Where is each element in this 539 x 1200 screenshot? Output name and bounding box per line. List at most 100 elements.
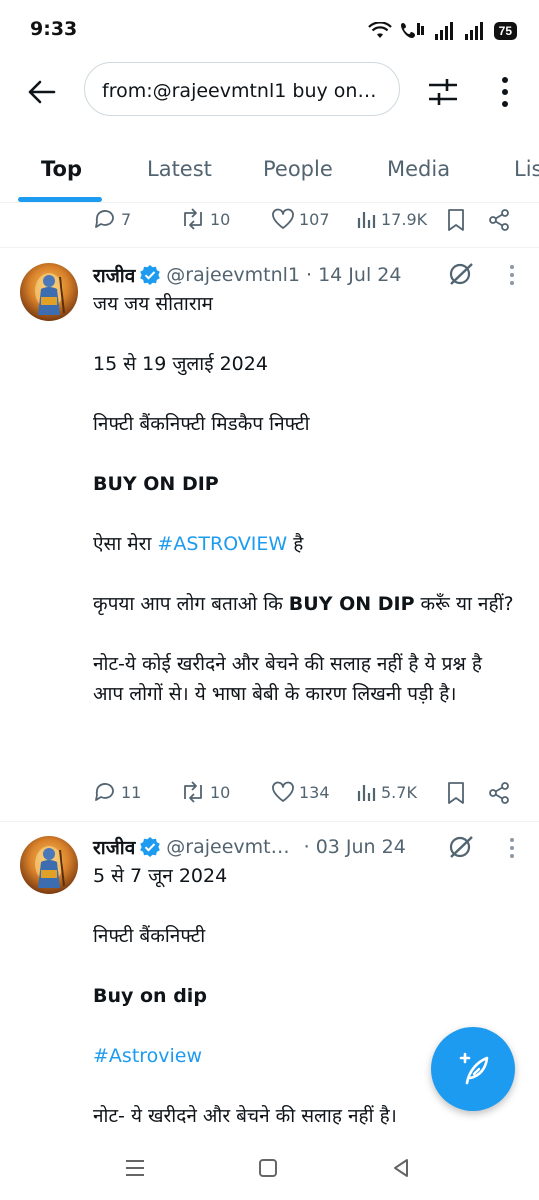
more-options-button[interactable]: [490, 72, 520, 112]
signal-1-icon: [434, 22, 453, 40]
more-vertical-icon: [502, 77, 508, 107]
avatar[interactable]: [20, 263, 78, 321]
like-button[interactable]: 134: [271, 781, 330, 803]
tabs-divider: [0, 202, 539, 203]
tweet-line: BUY ON DIP: [93, 469, 518, 499]
text-fragment: ऐसा मेरा: [93, 533, 158, 555]
repost-button[interactable]: 10: [180, 208, 230, 230]
views-icon: [357, 212, 376, 228]
tweet-line: कृपया आप लोग बताओ कि BUY ON DIP करूँ या …: [93, 589, 518, 619]
tweet-line: निफ्टी बैंकनिफ्टी मिडकैप निफ्टी: [93, 413, 310, 435]
repost-button[interactable]: 10: [180, 781, 230, 803]
sliders-icon: [429, 79, 457, 105]
back-button[interactable]: [22, 72, 62, 112]
tab-latest[interactable]: Latest: [147, 157, 212, 181]
tweet-line: निफ्टी बैंकनिफ्टी: [93, 925, 206, 947]
tab-media[interactable]: Media: [387, 157, 450, 181]
tweet-date: · 03 Jun 24: [303, 836, 406, 858]
bookmark-icon: [448, 209, 464, 231]
bookmark-button[interactable]: [446, 781, 466, 805]
arrow-left-icon: [28, 80, 56, 104]
hashtag-link[interactable]: #Astroview: [93, 1045, 202, 1067]
tweet-date: · 14 Jul 24: [306, 264, 402, 286]
views-count: 5.7K: [381, 782, 417, 802]
text-fragment: करूँ या नहीं?: [414, 593, 514, 615]
hashtag-link[interactable]: #ASTROVIEW: [157, 533, 287, 555]
heart-icon: [272, 208, 294, 229]
bold-text: Buy on dip: [93, 985, 207, 1007]
author-handle[interactable]: @rajeevmt…: [166, 836, 289, 858]
text-fragment: है: [287, 533, 304, 555]
tweet-line: ऐसा मेरा #ASTROVIEW है: [93, 529, 518, 559]
bookmark-icon: [448, 782, 464, 804]
volte-call-icon: [400, 23, 424, 38]
share-button[interactable]: [487, 781, 511, 805]
repost-count: 10: [210, 782, 231, 802]
status-time: 9:33: [30, 18, 78, 40]
share-icon: [489, 209, 509, 231]
repost-count: 10: [210, 209, 231, 229]
grok-icon: [449, 836, 473, 858]
tweet-text[interactable]: जय जय सीताराम 15 से 19 जुलाई 2024 निफ्टी…: [93, 289, 518, 709]
more-vertical-icon: [510, 265, 514, 285]
text-fragment: कृपया आप लोग बताओ कि: [93, 593, 289, 615]
verified-badge-icon: [140, 837, 161, 857]
tweet-line: Buy on dip: [93, 981, 518, 1011]
back-nav-icon[interactable]: [390, 1157, 412, 1179]
recent-apps-icon[interactable]: [123, 1157, 147, 1179]
status-icons: 75: [367, 20, 517, 42]
tab-top[interactable]: Top: [41, 157, 82, 181]
tweet-header: राजीव @rajeevmtnl1 · 14 Jul 24: [93, 261, 401, 289]
reply-button[interactable]: 11: [93, 781, 141, 803]
reply-button[interactable]: 7: [93, 208, 131, 230]
status-bar: 9:33 75: [0, 0, 539, 60]
verified-badge-icon: [140, 265, 161, 285]
author-name[interactable]: राजीव: [93, 262, 135, 288]
tab-lists[interactable]: Lists: [514, 157, 539, 181]
signal-2-icon: [464, 22, 483, 40]
avatar-image: [20, 836, 78, 894]
tweet-line: नोट-ये कोई खरीदने और बेचने की सलाह नहीं …: [93, 653, 482, 705]
reply-icon: [95, 783, 114, 801]
heart-icon: [272, 781, 294, 802]
share-icon: [489, 782, 509, 804]
search-query[interactable]: from:@rajeevmtnl1 buy on dip: [102, 80, 382, 102]
bookmark-button[interactable]: [446, 208, 466, 232]
tweet-divider: [0, 821, 539, 822]
share-button[interactable]: [487, 208, 511, 232]
tweet-menu-button[interactable]: [502, 833, 522, 863]
author-name[interactable]: राजीव: [93, 834, 135, 860]
tweet-line: 5 से 7 जून 2024: [93, 865, 228, 887]
tweet-line: 15 से 19 जुलाई 2024: [93, 353, 268, 375]
tweet-actions: 11 10 134 5.7K: [0, 781, 539, 809]
grok-button[interactable]: [446, 259, 476, 289]
views-button[interactable]: 17.9K: [357, 208, 427, 230]
like-count: 134: [299, 782, 330, 802]
views-button[interactable]: 5.7K: [357, 781, 417, 803]
tweet-divider: [0, 247, 539, 248]
grok-button[interactable]: [446, 832, 476, 862]
search-tabs: Top Latest People Media Lists: [0, 145, 539, 202]
more-vertical-icon: [510, 838, 514, 858]
avatar[interactable]: [20, 836, 78, 894]
search-filter-button[interactable]: [420, 72, 466, 112]
tweet-header: राजीव @rajeevmt… · 03 Jun 24: [93, 833, 406, 861]
reply-icon: [95, 210, 114, 228]
repost-icon: [184, 208, 202, 230]
avatar-image: [20, 263, 78, 321]
views-icon: [357, 785, 376, 801]
tab-people[interactable]: People: [263, 157, 333, 181]
author-handle[interactable]: @rajeevmtnl1: [166, 264, 300, 286]
system-nav-bar: [0, 1140, 539, 1200]
prev-tweet-actions: 7 10 107 17.9K: [0, 208, 539, 236]
grok-icon: [449, 263, 473, 285]
tweet-menu-button[interactable]: [502, 260, 522, 290]
like-button[interactable]: 107: [271, 208, 330, 230]
bold-text: BUY ON DIP: [288, 593, 415, 615]
reply-count: 11: [121, 782, 142, 802]
repost-icon: [184, 781, 202, 803]
compose-post-button[interactable]: [431, 1027, 515, 1111]
bold-text: BUY ON DIP: [93, 473, 219, 495]
home-icon[interactable]: [257, 1157, 279, 1179]
like-count: 107: [299, 209, 330, 229]
